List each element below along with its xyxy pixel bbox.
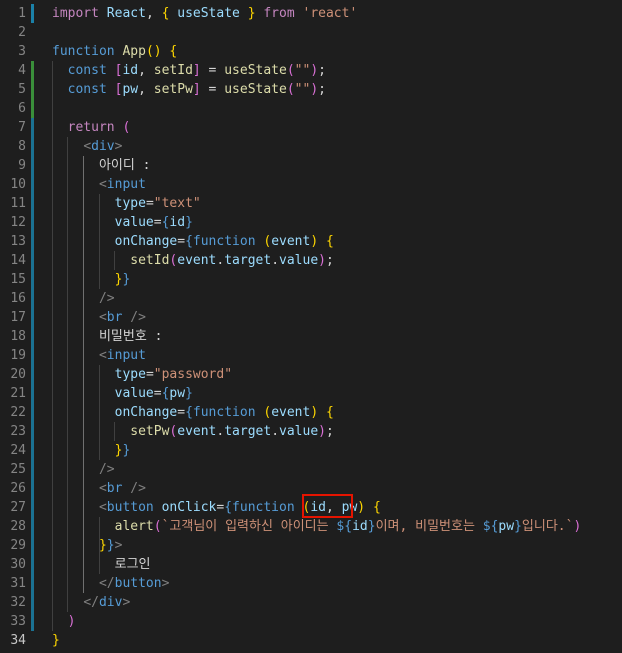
line-number: 15 (10, 272, 26, 287)
line-number: 34 (10, 633, 26, 648)
code-line[interactable]: 25 /> (0, 460, 622, 479)
code-line[interactable]: 11 type="text" (0, 194, 622, 213)
code-text: setId(event.target.value); (130, 253, 334, 268)
line-number: 17 (10, 310, 26, 325)
line-number: 7 (18, 120, 26, 135)
code-line[interactable]: 21 value={pw} (0, 384, 622, 403)
code-line[interactable]: 9 아이디 : (0, 156, 622, 175)
line-number: 14 (10, 253, 26, 268)
code-line[interactable]: 14 setId(event.target.value); (0, 251, 622, 270)
line-number: 6 (18, 101, 26, 116)
line-number: 5 (18, 82, 26, 97)
code-text: </button> (98, 576, 170, 591)
highlight-box (302, 494, 353, 518)
code-line[interactable]: 28 alert(`고객님이 입력하신 아이디는 ${id}이며, 비밀번호는 … (0, 517, 622, 536)
code-text: import React, { useState } from 'react' (52, 6, 358, 21)
code-text: } (52, 633, 60, 648)
line-number: 8 (18, 139, 26, 154)
code-line[interactable]: 8 <div> (0, 137, 622, 156)
code-line[interactable]: 24 }} (0, 441, 622, 460)
code-text: ) (67, 614, 76, 629)
code-text: <br /> (98, 481, 146, 496)
code-line[interactable]: 5 const [pw, setPw] = useState(""); (0, 80, 622, 99)
code-text: type="text" (114, 196, 201, 211)
code-text: onChange={function (event) { (114, 234, 334, 249)
code-line[interactable]: 7 return ( (0, 118, 622, 137)
line-number: 32 (10, 595, 26, 610)
line-number: 30 (10, 557, 26, 572)
code-editor[interactable]: 1 import React, { useState } from 'react… (0, 0, 622, 653)
line-number: 23 (10, 424, 26, 439)
code-line[interactable]: 29 }}> (0, 536, 622, 555)
code-text: /> (98, 291, 115, 306)
line-number: 18 (10, 329, 26, 344)
code-line[interactable]: 12 value={id} (0, 213, 622, 232)
code-line[interactable]: 2 (0, 23, 622, 42)
line-number: 24 (10, 443, 26, 458)
line-number: 27 (10, 500, 26, 515)
code-text: <input (98, 348, 146, 363)
code-line[interactable]: 32 </div> (0, 593, 622, 612)
line-number: 29 (10, 538, 26, 553)
code-text: type="password" (114, 367, 233, 382)
code-text: }} (114, 272, 131, 287)
line-number: 19 (10, 348, 26, 363)
code-line[interactable]: 1 import React, { useState } from 'react… (0, 4, 622, 23)
line-number: 20 (10, 367, 26, 382)
line-number: 13 (10, 234, 26, 249)
code-line[interactable]: 10 <input (0, 175, 622, 194)
code-line[interactable]: 19 <input (0, 346, 622, 365)
code-line[interactable]: 3 function App() { (0, 42, 622, 61)
line-number: 31 (10, 576, 26, 591)
line-number: 22 (10, 405, 26, 420)
code-text: }} (114, 443, 131, 458)
code-text: 로그인 (114, 557, 151, 572)
code-text: 아이디 : (98, 158, 151, 173)
code-line[interactable]: 17 <br /> (0, 308, 622, 327)
code-text: value={pw} (114, 386, 193, 401)
code-text: value={id} (114, 215, 193, 230)
line-number: 33 (10, 614, 26, 629)
line-number: 26 (10, 481, 26, 496)
code-text: setPw(event.target.value); (130, 424, 334, 439)
code-text: <br /> (98, 310, 146, 325)
code-line[interactable]: 34 } (0, 631, 622, 650)
line-number: 2 (18, 25, 26, 40)
code-text: <input (98, 177, 146, 192)
code-line[interactable]: 16 /> (0, 289, 622, 308)
line-number: 25 (10, 462, 26, 477)
code-text: 비밀번호 : (98, 329, 163, 344)
code-text: const [pw, setPw] = useState(""); (67, 82, 326, 97)
code-line[interactable]: 18 비밀번호 : (0, 327, 622, 346)
code-line[interactable]: 33 ) (0, 612, 622, 631)
code-line[interactable]: 23 setPw(event.target.value); (0, 422, 622, 441)
line-number: 12 (10, 215, 26, 230)
code-line[interactable]: 31 </button> (0, 574, 622, 593)
code-line[interactable]: 4 const [id, setId] = useState(""); (0, 61, 622, 80)
code-text: onChange={function (event) { (114, 405, 334, 420)
code-line[interactable]: 20 type="password" (0, 365, 622, 384)
line-number: 3 (18, 44, 26, 59)
code-line[interactable]: 15 }} (0, 270, 622, 289)
code-line[interactable]: 30 로그인 (0, 555, 622, 574)
line-number: 21 (10, 386, 26, 401)
code-line[interactable]: 6 (0, 99, 622, 118)
line-number: 11 (10, 196, 26, 211)
code-line[interactable]: 22 onChange={function (event) { (0, 403, 622, 422)
code-text: function App() { (52, 44, 178, 59)
code-text: const [id, setId] = useState(""); (67, 63, 326, 78)
line-number: 9 (18, 158, 26, 173)
line-number: 4 (18, 63, 26, 78)
code-line[interactable]: 13 onChange={function (event) { (0, 232, 622, 251)
code-text: return ( (67, 120, 131, 135)
code-text: }}> (98, 538, 123, 553)
code-text: <div> (83, 139, 123, 154)
line-number: 28 (10, 519, 26, 534)
line-number: 16 (10, 291, 26, 306)
line-number: 1 (18, 6, 26, 21)
code-text: </div> (83, 595, 131, 610)
line-number: 10 (10, 177, 26, 192)
code-text: alert(`고객님이 입력하신 아이디는 ${id}이며, 비밀번호는 ${p… (114, 519, 582, 534)
code-text: /> (98, 462, 115, 477)
